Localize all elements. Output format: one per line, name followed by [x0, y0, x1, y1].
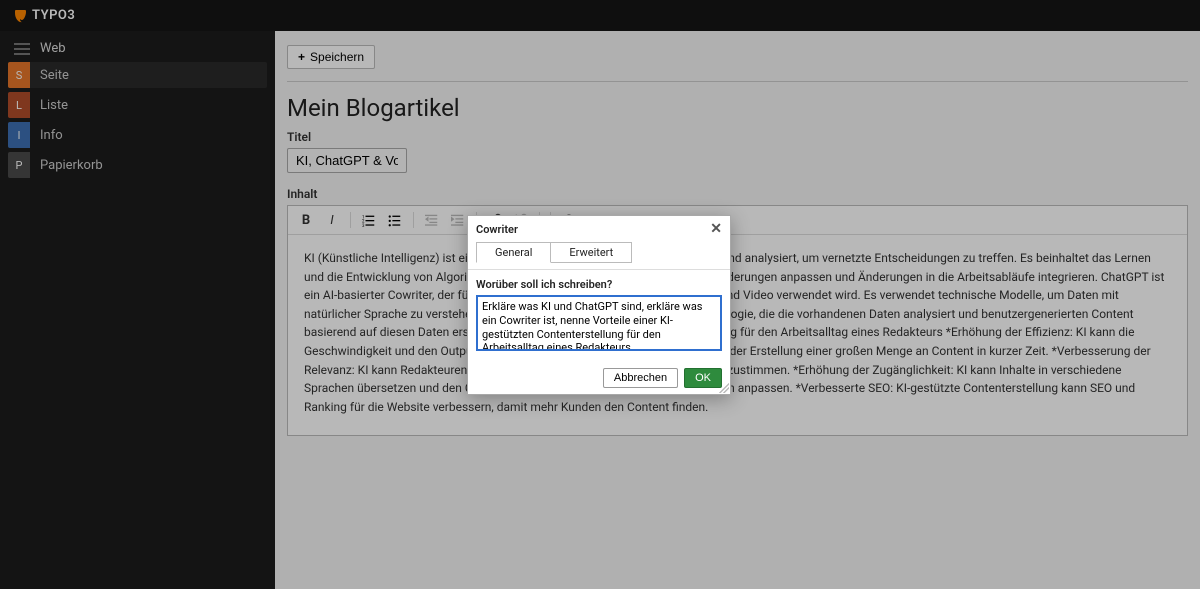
dialog-tabs: General Erweitert [468, 242, 730, 269]
dialog-header: Cowriter ✕ [468, 216, 730, 242]
tab-advanced[interactable]: Erweitert [551, 242, 632, 263]
prompt-label: Worüber soll ich schreiben? [476, 278, 722, 291]
cowriter-dialog: Cowriter ✕ General Erweitert Worüber sol… [467, 215, 731, 395]
tab-general[interactable]: General [476, 242, 551, 263]
ok-button[interactable]: OK [684, 368, 722, 388]
close-icon: ✕ [710, 221, 722, 237]
dialog-close-button[interactable]: ✕ [710, 222, 722, 236]
dialog-title: Cowriter [476, 223, 518, 236]
prompt-textarea[interactable] [476, 295, 722, 351]
dialog-body: Worüber soll ich schreiben? [468, 269, 730, 362]
cancel-button[interactable]: Abbrechen [603, 368, 678, 388]
dialog-resize-handle[interactable] [719, 383, 729, 393]
dialog-footer: Abbrechen OK [468, 362, 730, 394]
